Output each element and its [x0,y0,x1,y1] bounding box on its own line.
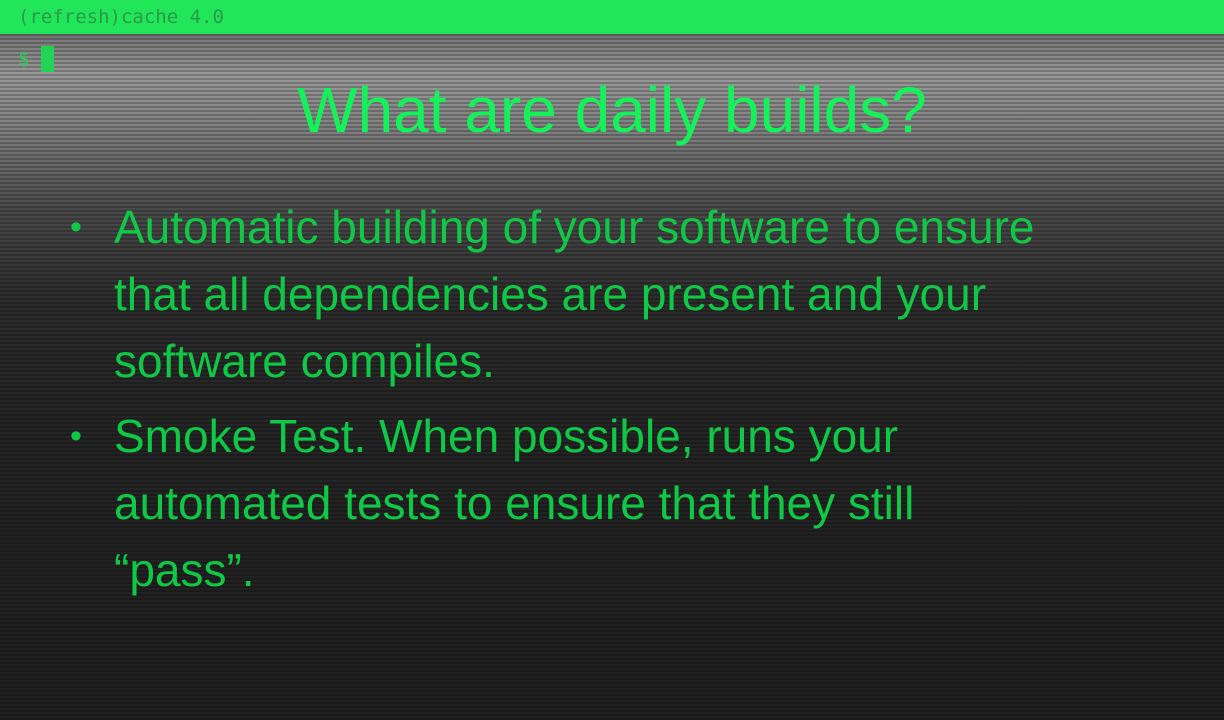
bullet-text-line: Smoke Test. When possible, runs your [114,410,899,462]
bullet-text-line: software compiles. [114,335,495,387]
bullet-marker: • [70,417,82,455]
bullet-item: • Automatic building of your software to… [70,194,1180,395]
bullet-list: • Automatic building of your software to… [70,194,1180,612]
bullet-marker: • [70,208,82,246]
bullet-text-line: automated tests to ensure that they stil… [114,477,915,529]
terminal-title: (refresh)cache 4.0 [18,6,224,28]
bullet-text-line: Automatic building of your software to e… [114,201,1035,253]
bullet-text-line: “pass”. [114,544,255,596]
bullet-text-line: that all dependencies are present and yo… [114,268,987,320]
bullet-item: • Smoke Test. When possible, runs your a… [70,403,1180,604]
slide-title: What are daily builds? [297,74,927,146]
terminal-title-bar: (refresh)cache 4.0 [0,0,1224,34]
